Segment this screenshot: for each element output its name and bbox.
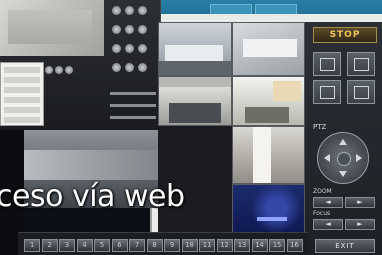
keypad-button[interactable]	[125, 63, 134, 72]
split-9-button[interactable]	[313, 80, 341, 104]
split-4-button[interactable]	[347, 52, 375, 76]
exit-button[interactable]: EXIT	[315, 239, 375, 253]
rewind-button[interactable]	[45, 66, 53, 74]
play-button[interactable]	[55, 66, 63, 74]
channel-button[interactable]: 16	[286, 239, 303, 252]
screenshot-stage: STOP PTZ ZOOM ◄ ► Focus ◄ ► EXIT 1234567…	[0, 0, 382, 255]
zoom-in-button[interactable]: ►	[345, 197, 375, 208]
focus-far-button[interactable]: ►	[345, 219, 375, 230]
keypad-button[interactable]	[125, 6, 134, 15]
zoom-label: ZOOM	[313, 188, 332, 195]
ptz-joystick[interactable]	[317, 132, 369, 184]
keypad-button[interactable]	[125, 25, 134, 34]
keypad-button[interactable]	[125, 44, 134, 53]
keypad-button[interactable]	[112, 44, 121, 53]
stop-button[interactable]: STOP	[313, 27, 377, 43]
dvr-control-software	[0, 0, 161, 130]
keypad-button[interactable]	[112, 25, 121, 34]
channel-button[interactable]: 1	[24, 239, 40, 252]
focus-near-button[interactable]: ◄	[313, 219, 343, 230]
ptz-label: PTZ	[313, 123, 327, 131]
settings-panel	[0, 62, 44, 126]
quad-view-icon	[354, 58, 369, 71]
channel-button[interactable]: 13	[234, 239, 250, 252]
camera-view-2[interactable]	[232, 22, 306, 76]
camera-view-6[interactable]	[232, 126, 306, 184]
arrow-right-icon[interactable]	[356, 154, 362, 162]
live-preview-screen	[0, 0, 104, 56]
arrow-down-icon[interactable]	[339, 171, 347, 177]
channel-button[interactable]: 3	[59, 239, 75, 252]
keypad-button[interactable]	[112, 6, 121, 15]
channel-button[interactable]: 12	[216, 239, 233, 252]
keypad-button[interactable]	[138, 44, 147, 53]
video-caption: ceso vía web	[0, 179, 185, 214]
slider-track[interactable]	[110, 92, 156, 95]
nine-view-icon	[320, 86, 335, 99]
channel-button[interactable]: 9	[164, 239, 180, 252]
sixteen-view-icon	[354, 86, 369, 99]
channel-button[interactable]: 11	[199, 239, 215, 252]
zoom-out-button[interactable]: ◄	[313, 197, 343, 208]
channel-button[interactable]: 7	[129, 239, 145, 252]
forward-button[interactable]	[65, 66, 73, 74]
keypad-button[interactable]	[138, 63, 147, 72]
camera-view-1[interactable]	[158, 22, 232, 76]
brand-logo	[257, 217, 287, 221]
channel-button[interactable]: 15	[269, 239, 285, 252]
playback-buttons[interactable]	[44, 60, 74, 74]
slider-track[interactable]	[110, 116, 156, 119]
camera-view-4[interactable]	[232, 76, 306, 126]
channel-button-bar: 1 2 3 4 5 6 7 8 9 10 11 12 13 14 15 16	[18, 232, 308, 255]
channel-button[interactable]: 5	[94, 239, 110, 252]
channel-button[interactable]: 8	[146, 239, 163, 252]
split-1-button[interactable]	[313, 52, 341, 76]
split-16-button[interactable]	[347, 80, 375, 104]
camera-view-3[interactable]	[158, 76, 232, 126]
numeric-keypad[interactable]	[110, 2, 158, 78]
focus-label: Focus	[313, 210, 331, 217]
arrow-left-icon[interactable]	[324, 154, 330, 162]
ptz-control-panel: STOP PTZ ZOOM ◄ ► Focus ◄ ► EXIT	[304, 22, 382, 255]
keypad-button[interactable]	[138, 6, 147, 15]
joystick-center-button[interactable]	[337, 152, 351, 166]
slider-track[interactable]	[110, 104, 156, 107]
channel-button[interactable]: 14	[251, 239, 268, 252]
keypad-button[interactable]	[138, 25, 147, 34]
single-view-icon	[320, 58, 335, 71]
keypad-button[interactable]	[112, 63, 121, 72]
channel-button[interactable]: 4	[76, 239, 93, 252]
channel-button[interactable]: 10	[181, 239, 198, 252]
channel-button[interactable]: 6	[111, 239, 128, 252]
arrow-up-icon[interactable]	[339, 139, 347, 145]
channel-button[interactable]: 2	[41, 239, 58, 252]
